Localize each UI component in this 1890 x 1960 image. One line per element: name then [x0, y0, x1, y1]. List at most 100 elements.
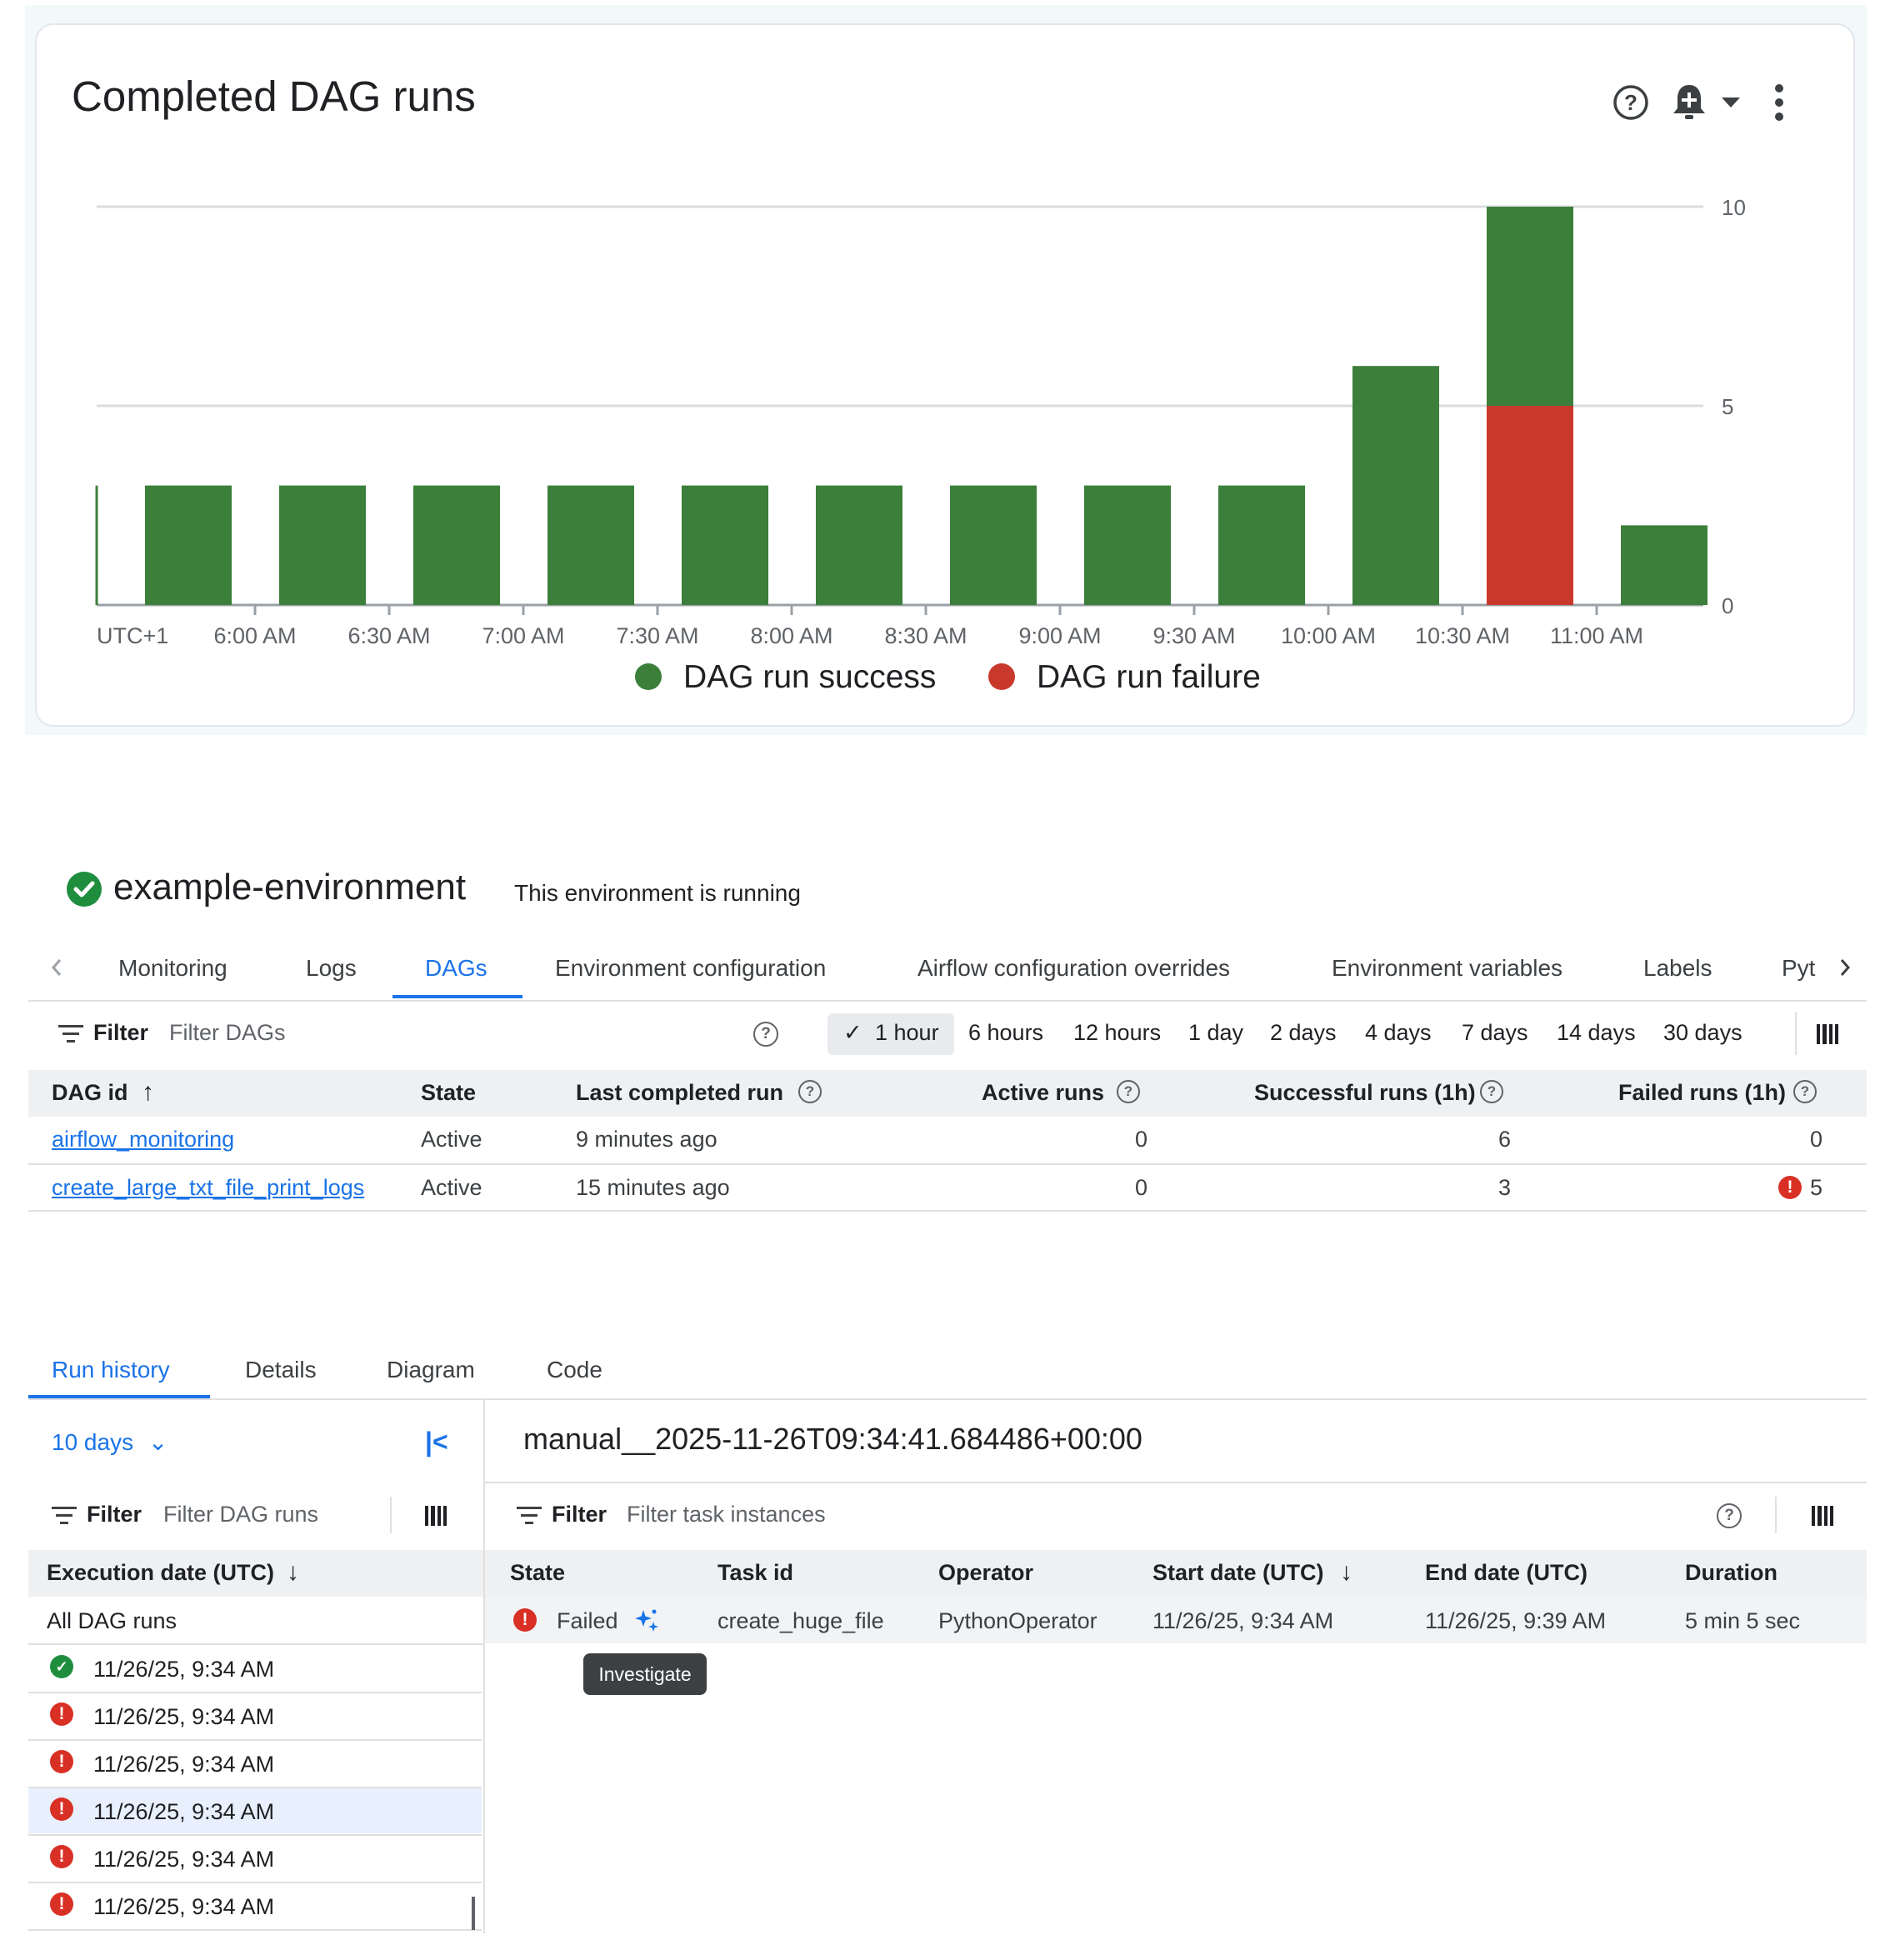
col-execution-date[interactable]: Execution date (UTC)	[47, 1560, 274, 1586]
help-icon[interactable]: ?	[1117, 1080, 1140, 1103]
environment-name: example-environment	[113, 867, 467, 908]
col-state[interactable]: State	[510, 1560, 565, 1586]
filter-icon[interactable]	[58, 1025, 83, 1043]
bar-chart: 0 5 10 UTC+1 6:00 AM 6:30 AM 7:00 AM 7:30 AM 8:0…	[95, 195, 1746, 695]
run-filter-label[interactable]: Filter	[87, 1502, 142, 1528]
col-state[interactable]: State	[421, 1080, 476, 1106]
view-column-icon[interactable]	[1812, 1506, 1833, 1526]
tab-monitoring[interactable]: Monitoring	[118, 955, 228, 982]
dag-link[interactable]: airflow_monitoring	[52, 1127, 234, 1152]
run-date[interactable]: 11/26/25, 9:34 AM	[93, 1894, 274, 1920]
row-divider	[28, 1739, 482, 1741]
filter-icon[interactable]	[52, 1507, 77, 1525]
divider	[1775, 1497, 1777, 1533]
scrollbar-thumb[interactable]	[472, 1897, 475, 1930]
task-filter-label[interactable]: Filter	[552, 1502, 607, 1528]
x-tick-label: 7:30 AM	[616, 623, 698, 648]
tab-environment-variables[interactable]: Environment variables	[1332, 955, 1562, 982]
row-divider	[28, 1834, 482, 1836]
help-icon[interactable]: ?	[753, 1022, 778, 1047]
legend-label: DAG run success	[683, 659, 936, 695]
sort-descending-icon[interactable]: ↓	[1340, 1558, 1352, 1587]
error-icon: !	[1778, 1176, 1802, 1199]
range-12-hours[interactable]: 12 hours	[1073, 1020, 1161, 1046]
error-icon: !	[50, 1845, 73, 1868]
tab-code[interactable]: Code	[547, 1357, 602, 1383]
run-date[interactable]: 11/26/25, 9:34 AM	[93, 1752, 274, 1778]
col-last-completed-run[interactable]: Last completed run	[576, 1080, 783, 1106]
tab-pypi-packages[interactable]: Pyt	[1782, 955, 1818, 982]
tab-labels[interactable]: Labels	[1643, 955, 1712, 982]
sparkle-investigate-icon[interactable]	[632, 1605, 662, 1635]
help-icon[interactable]: ?	[1793, 1080, 1817, 1103]
run-date[interactable]: 11/26/25, 9:34 AM	[93, 1847, 274, 1872]
bar-success	[279, 485, 366, 605]
view-column-icon[interactable]	[1817, 1024, 1838, 1044]
task-end-date: 11/26/25, 9:39 AM	[1425, 1608, 1607, 1633]
dag-filter-label[interactable]: Filter	[93, 1020, 148, 1046]
chevron-down-icon: ⌄	[148, 1429, 168, 1455]
dag-successful-runs: 3	[1498, 1175, 1512, 1200]
check-circle-icon	[67, 872, 102, 907]
all-dag-runs[interactable]: All DAG runs	[47, 1608, 177, 1634]
bar-success	[1487, 207, 1573, 406]
tab-details[interactable]: Details	[245, 1357, 317, 1383]
run-filter-input[interactable]: Filter DAG runs	[163, 1502, 318, 1528]
range-6-hours[interactable]: 6 hours	[968, 1020, 1043, 1046]
range-2-days[interactable]: 2 days	[1270, 1020, 1337, 1046]
legend-marker	[635, 663, 662, 690]
bar-success	[548, 485, 634, 605]
divider	[390, 1497, 392, 1533]
tab-airflow-configuration-overrides[interactable]: Airflow configuration overrides	[918, 955, 1230, 982]
tab-logs[interactable]: Logs	[306, 955, 357, 982]
run-date[interactable]: 11/26/25, 9:34 AM	[93, 1704, 274, 1730]
help-icon[interactable]: ?	[798, 1080, 822, 1103]
error-icon: !	[50, 1892, 73, 1916]
legend-marker	[988, 663, 1015, 690]
range-7-days[interactable]: 7 days	[1462, 1020, 1528, 1046]
help-icon[interactable]: ?	[1480, 1080, 1503, 1103]
view-column-icon[interactable]	[425, 1506, 447, 1526]
col-end-date[interactable]: End date (UTC)	[1425, 1560, 1588, 1586]
col-dag-id[interactable]: DAG id	[52, 1080, 128, 1106]
dag-successful-runs: 6	[1498, 1127, 1512, 1152]
col-active-runs[interactable]: Active runs	[982, 1080, 1104, 1106]
task-id: create_huge_file	[718, 1608, 884, 1633]
filter-icon[interactable]	[517, 1507, 542, 1525]
task-operator: PythonOperator	[938, 1608, 1098, 1633]
sort-ascending-icon[interactable]: ↑	[142, 1078, 154, 1107]
error-icon: !	[513, 1608, 537, 1632]
investigate-tooltip: Investigate	[583, 1653, 707, 1695]
col-operator[interactable]: Operator	[938, 1560, 1033, 1586]
dag-filter-input[interactable]: Filter DAGs	[169, 1020, 286, 1046]
task-filter-input[interactable]: Filter task instances	[627, 1502, 826, 1528]
sort-descending-icon[interactable]: ↓	[287, 1558, 299, 1587]
col-failed-runs[interactable]: Failed runs (1h)	[1618, 1080, 1786, 1106]
chevron-right-icon[interactable]	[1837, 955, 1853, 986]
col-start-date[interactable]: Start date (UTC)	[1152, 1560, 1324, 1586]
tab-dags[interactable]: DAGs	[425, 955, 488, 982]
range-14-days[interactable]: 14 days	[1557, 1020, 1636, 1046]
run-range-select[interactable]: 10 days ⌄	[52, 1428, 168, 1456]
run-date[interactable]: 11/26/25, 9:34 AM	[93, 1657, 274, 1682]
range-30-days[interactable]: 30 days	[1663, 1020, 1742, 1046]
col-successful-runs[interactable]: Successful runs (1h)	[1254, 1080, 1476, 1106]
x-tick-label: 10:30 AM	[1415, 623, 1510, 648]
bar-success	[1084, 485, 1171, 605]
col-task-id[interactable]: Task id	[718, 1560, 793, 1586]
help-icon[interactable]: ?	[1717, 1503, 1742, 1528]
tab-diagram[interactable]: Diagram	[387, 1357, 475, 1383]
tab-environment-configuration[interactable]: Environment configuration	[555, 955, 826, 982]
range-1-hour[interactable]: 1 hour	[875, 1020, 939, 1046]
error-icon: !	[50, 1798, 73, 1821]
tab-run-history[interactable]: Run history	[52, 1357, 170, 1383]
col-duration[interactable]: Duration	[1685, 1560, 1778, 1586]
active-tab-indicator	[392, 995, 522, 998]
chevron-left-icon[interactable]	[48, 955, 65, 986]
run-date[interactable]: 11/26/25, 9:34 AM	[93, 1799, 274, 1825]
collapse-panel-icon[interactable]: |<	[425, 1427, 448, 1458]
task-start-date: 11/26/25, 9:34 AM	[1152, 1608, 1334, 1633]
range-1-day[interactable]: 1 day	[1188, 1020, 1243, 1046]
dag-link[interactable]: create_large_txt_file_print_logs	[52, 1175, 364, 1201]
range-4-days[interactable]: 4 days	[1365, 1020, 1432, 1046]
